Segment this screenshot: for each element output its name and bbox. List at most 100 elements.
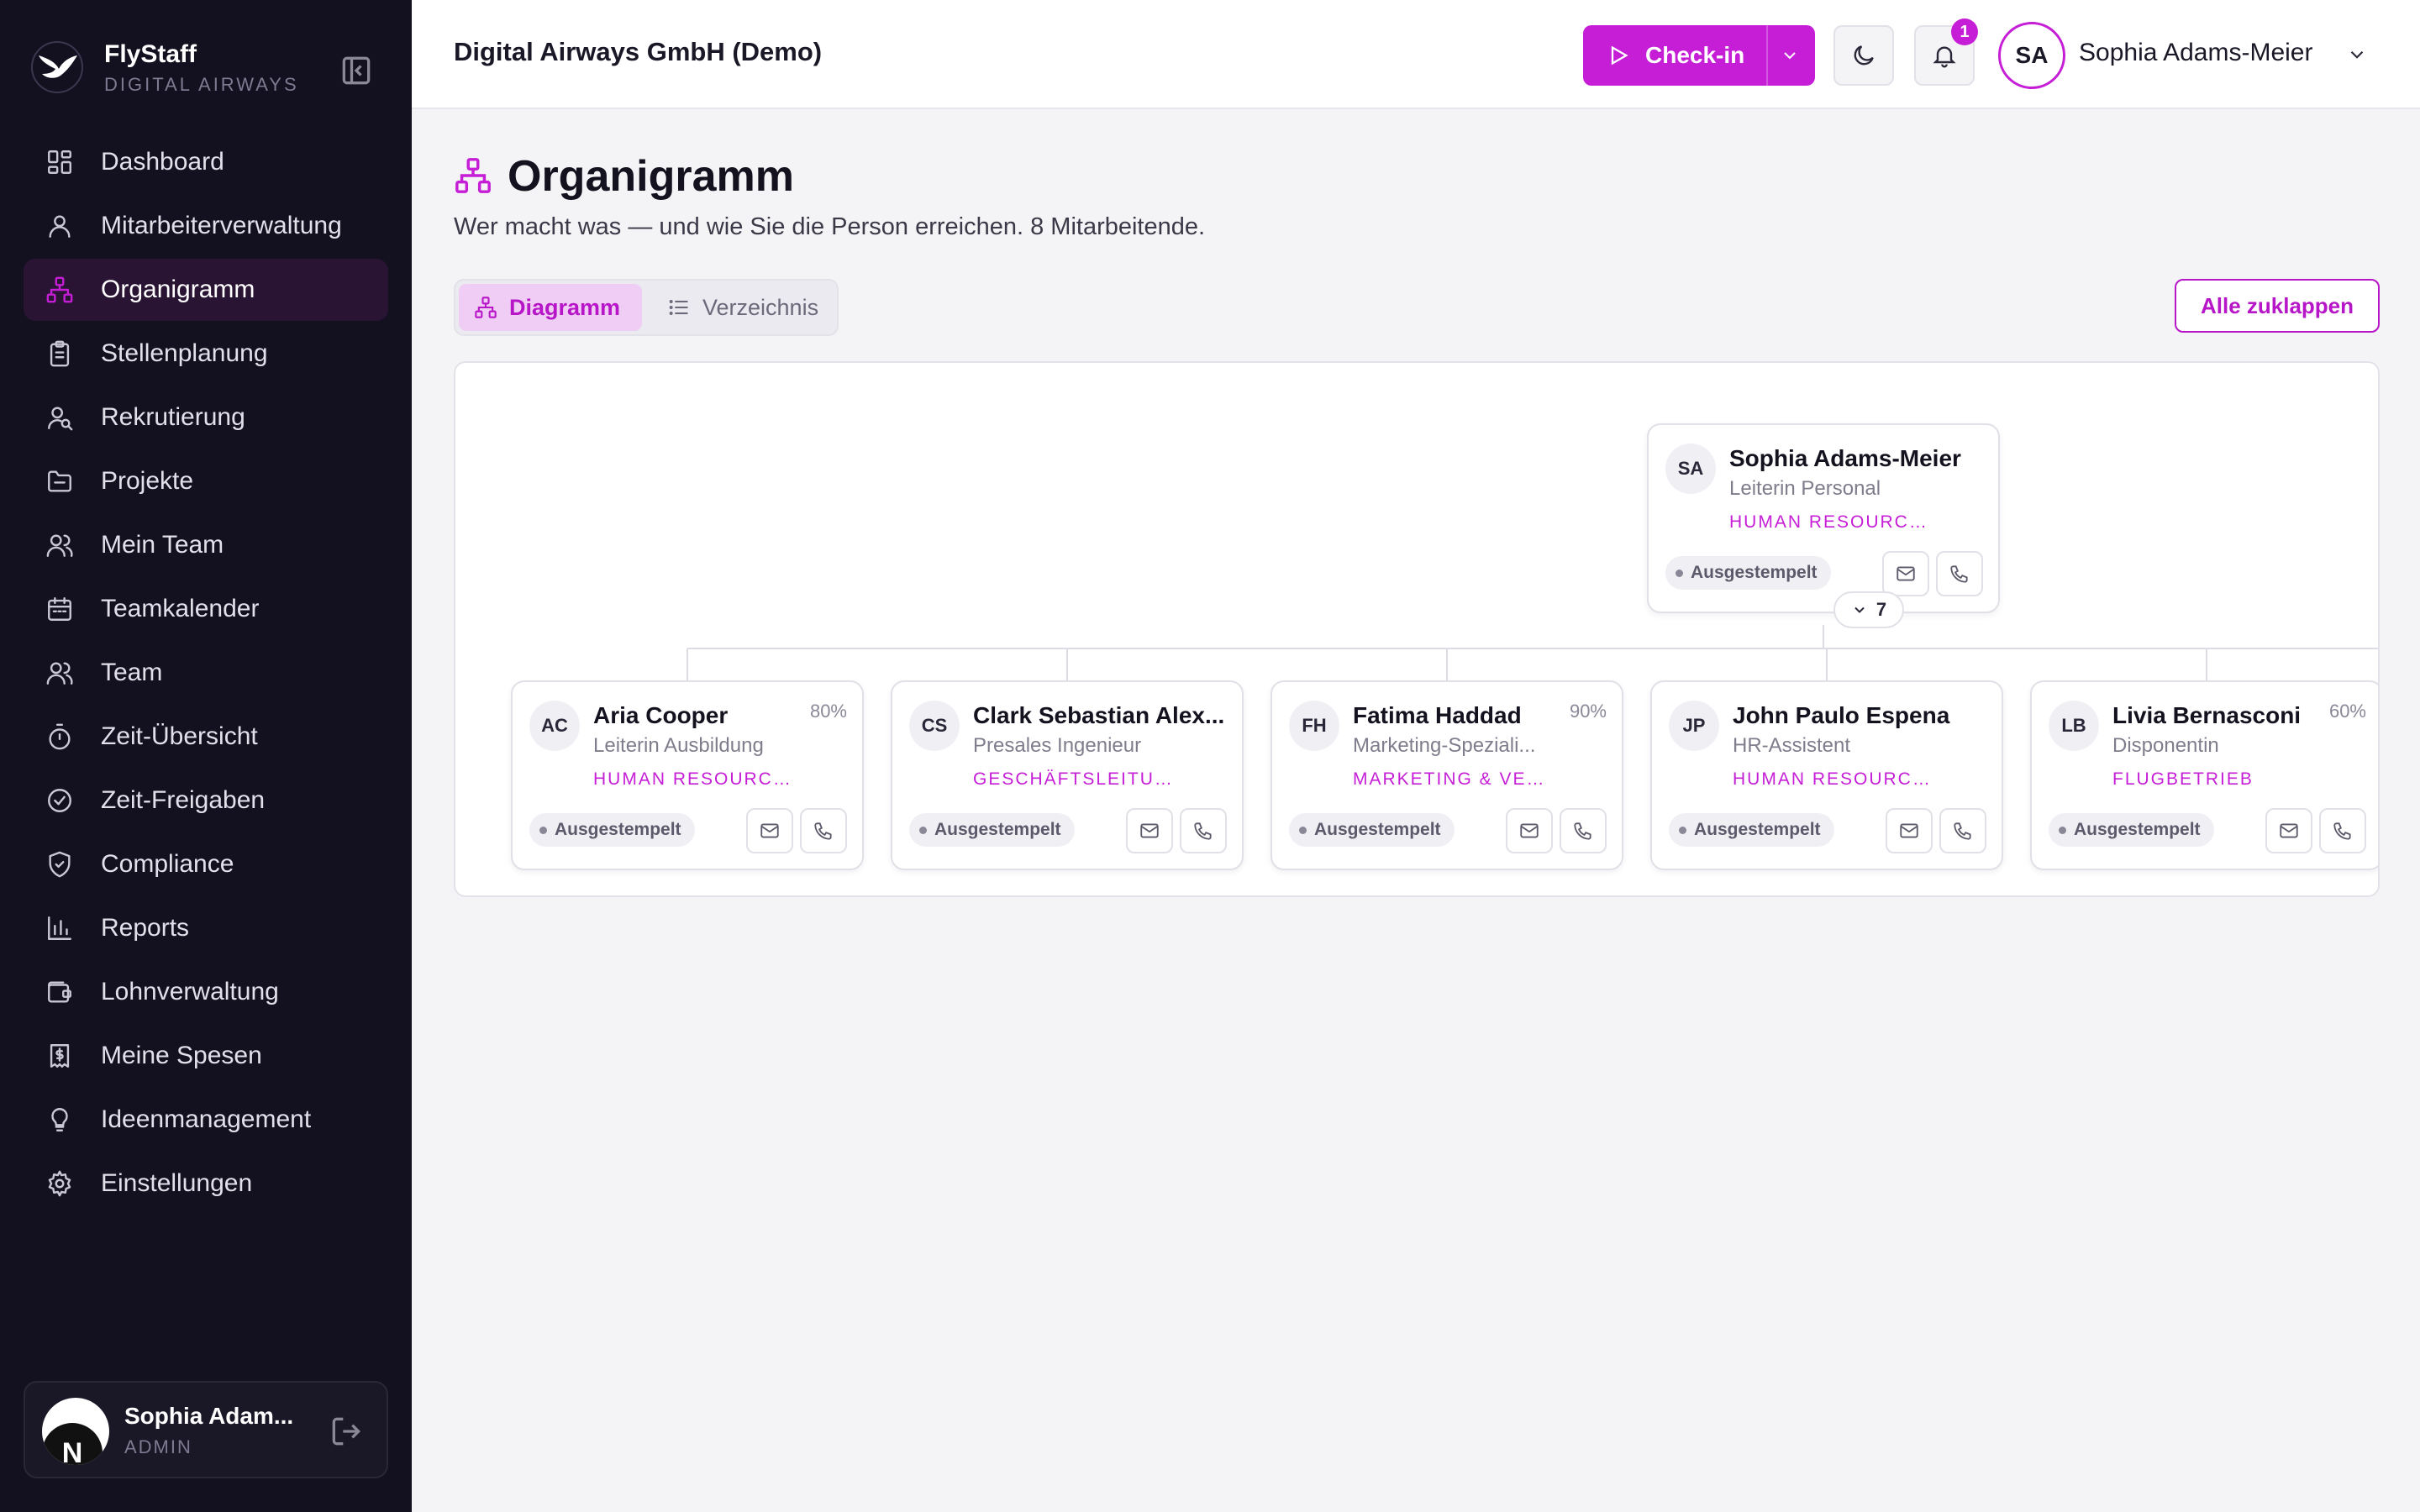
sidebar-item-zeit-übersicht[interactable]: Zeit-Übersicht (24, 706, 388, 768)
sidebar-item-label: Projekte (101, 467, 194, 495)
email-button[interactable] (1126, 808, 1173, 853)
org-card[interactable]: AC Aria Cooper 80% Leiterin Ausbildung HUMAN… (511, 680, 864, 870)
employee-name[interactable]: Sophia Adams-Meier (1729, 445, 1981, 472)
chevron-down-icon[interactable] (1780, 45, 1800, 66)
sidebar-item-label: Dashboard (101, 148, 224, 176)
check-in-divider (1766, 25, 1768, 86)
tab-diagram[interactable]: Diagramm (459, 284, 642, 331)
employee-name[interactable]: John Paulo Espena (1733, 702, 1985, 729)
email-button[interactable] (1882, 551, 1929, 596)
sidebar-item-lohnverwaltung[interactable]: Lohnverwaltung (24, 961, 388, 1023)
wallet-icon (44, 976, 76, 1008)
workload-percentage: 80% (809, 701, 847, 722)
tab-directory[interactable]: Verzeichnis (652, 284, 832, 331)
sidebar-item-label: Mein Team (101, 531, 224, 559)
phone-icon (814, 822, 832, 840)
employee-department: HUMAN RESOURCES (1733, 769, 1934, 789)
sidebar-item-team[interactable]: Team (24, 642, 388, 704)
chevron-down-icon (1854, 606, 1865, 613)
top-header: Digital Airways GmbH (Demo) Check-in 1 S… (412, 0, 2420, 109)
org-chart-icon (475, 297, 497, 318)
employee-name[interactable]: Fatima Haddad (1353, 702, 1605, 729)
phone-button[interactable] (2319, 808, 2366, 853)
sidebar-item-label: Einstellungen (101, 1169, 253, 1197)
collapse-sidebar-icon[interactable] (338, 52, 375, 89)
sidebar-item-stellenplanung[interactable]: Stellenplanung (24, 323, 388, 385)
sidebar-item-mitarbeiterverwaltung[interactable]: Mitarbeiterverwaltung (24, 195, 388, 257)
org-card[interactable]: FH Fatima Haddad 90% Marketing-Speziali... M… (1270, 680, 1623, 870)
status-badge: Ausgestempelt (529, 813, 695, 847)
sidebar-item-dashboard[interactable]: Dashboard (24, 131, 388, 193)
phone-button[interactable] (1939, 808, 1986, 853)
sidebar-user-role: ADMIN (124, 1436, 192, 1457)
dashboard-icon (44, 146, 76, 178)
tab-diagram-label: Diagramm (509, 294, 621, 320)
email-button[interactable] (1506, 808, 1553, 853)
sidebar-item-reports[interactable]: Reports (24, 897, 388, 959)
org-card[interactable]: CS Clark Sebastian Alex... Presales Ingeni… (891, 680, 1244, 870)
avatar[interactable]: SA (1998, 22, 2065, 89)
employee-name[interactable]: Livia Bernasconi (2112, 702, 2365, 729)
sidebar-item-meine-spesen[interactable]: Meine Spesen (24, 1025, 388, 1087)
sidebar-item-projekte[interactable]: Projekte (24, 450, 388, 512)
email-button[interactable] (746, 808, 793, 853)
expand-children-button[interactable]: 7 (1833, 591, 1904, 628)
timer-icon (44, 721, 76, 753)
users-icon (44, 529, 76, 561)
employee-role: Presales Ingenieur (973, 734, 1142, 757)
phone-button[interactable] (1936, 551, 1983, 596)
org-card-root[interactable]: SA Sophia Adams-Meier Leiterin Personal HUM… (1647, 423, 2000, 613)
sidebar-item-label: Organigramm (101, 276, 255, 303)
sidebar-user-card[interactable]: N Sophia Adam... ADMIN (24, 1381, 388, 1478)
sidebar-item-zeit-freigaben[interactable]: Zeit-Freigaben (24, 769, 388, 832)
workload-percentage: 60% (2328, 701, 2366, 722)
phone-icon (1950, 565, 1968, 583)
shield-icon (44, 848, 76, 880)
sidebar-item-compliance[interactable]: Compliance (24, 833, 388, 895)
collapse-all-button[interactable]: Alle zuklappen (2175, 279, 2380, 333)
phone-icon (1954, 822, 1971, 840)
sidebar-item-organigramm[interactable]: Organigramm (24, 259, 388, 321)
org-card[interactable]: JP John Paulo Espena HR-Assistent HUMAN RES… (1650, 680, 2003, 870)
sidebar-item-ideenmanagement[interactable]: Ideenmanagement (24, 1089, 388, 1151)
tab-directory-label: Verzeichnis (702, 294, 819, 320)
email-button[interactable] (2265, 808, 2312, 853)
phone-button[interactable] (800, 808, 847, 853)
status-badge: Ausgestempelt (1665, 556, 1831, 590)
check-in-button[interactable]: Check-in (1583, 25, 1815, 86)
sidebar-item-label: Zeit-Freigaben (101, 786, 266, 814)
logout-icon[interactable] (328, 1413, 365, 1450)
main-content: Organigramm Wer macht was — und wie Sie … (412, 109, 2420, 1512)
sidebar-item-label: Mitarbeiterverwaltung (101, 212, 342, 239)
phone-icon (1194, 822, 1212, 840)
sidebar-item-einstellungen[interactable]: Einstellungen (24, 1152, 388, 1215)
sidebar-item-mein-team[interactable]: Mein Team (24, 514, 388, 576)
employee-name[interactable]: Clark Sebastian Alex... (973, 702, 1225, 729)
avatar: FH (1289, 701, 1339, 751)
employee-department: HUMAN RESOURCES (1729, 512, 1931, 532)
sidebar-item-teamkalender[interactable]: Teamkalender (24, 578, 388, 640)
employee-name[interactable]: Aria Cooper (593, 702, 845, 729)
theme-toggle-button[interactable] (1833, 25, 1894, 86)
sidebar-item-label: Meine Spesen (101, 1042, 262, 1069)
employee-role: HR-Assistent (1733, 734, 1851, 757)
mail-icon (1140, 823, 1159, 838)
sidebar-nav: Dashboard Mitarbeiterverwaltung Organigram… (24, 131, 388, 1216)
user-icon (44, 210, 76, 242)
user-badge: N (42, 1423, 103, 1465)
clipboard-icon (44, 338, 76, 370)
org-chart-canvas[interactable]: SA Sophia Adams-Meier Leiterin Personal HUM… (454, 361, 2380, 897)
employee-department: MARKETING & VERT... (1353, 769, 1555, 789)
org-card[interactable]: LB Livia Bernasconi 60% Disponentin FLUGBETR… (2030, 680, 2378, 870)
bell-icon (1933, 46, 1956, 68)
page-title: Organigramm (508, 152, 794, 201)
phone-button[interactable] (1560, 808, 1607, 853)
header-username[interactable]: Sophia Adams-Meier (2079, 39, 2312, 67)
sidebar-item-label: Team (101, 659, 163, 686)
phone-button[interactable] (1180, 808, 1227, 853)
sidebar-item-rekrutierung[interactable]: Rekrutierung (24, 386, 388, 449)
bird-logo-icon (31, 41, 83, 93)
check-circle-icon (44, 785, 76, 816)
chevron-down-icon[interactable] (2346, 44, 2368, 66)
email-button[interactable] (1886, 808, 1933, 853)
